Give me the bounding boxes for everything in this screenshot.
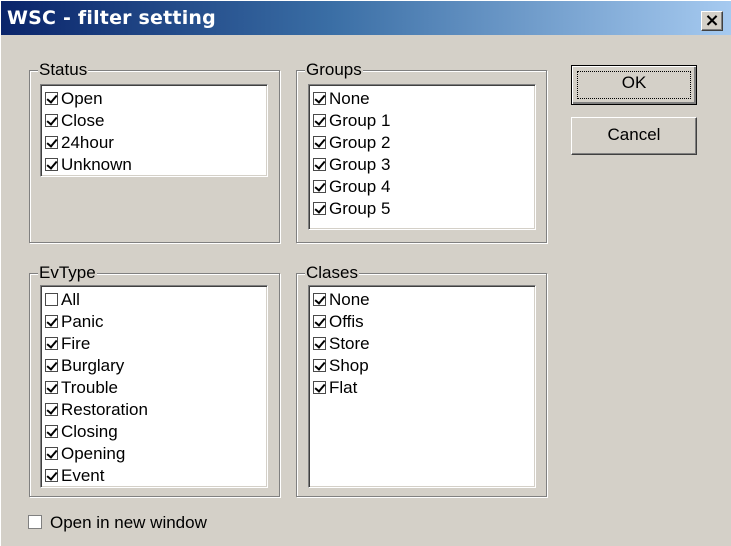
checkbox[interactable] [45, 403, 58, 416]
groups-item-label: None [329, 89, 370, 108]
checkbox[interactable] [45, 315, 58, 328]
clases-item-label: Store [329, 334, 370, 353]
checkbox[interactable] [313, 136, 326, 149]
filter-setting-dialog: WSC - filter setting × Status Open Close 2… [0, 0, 731, 546]
checkbox[interactable] [313, 202, 326, 215]
clases-group: Clases None Offis Store Shop Flat [296, 263, 547, 497]
evtype-item[interactable]: Event [45, 465, 267, 487]
close-button[interactable]: × [701, 10, 723, 31]
clases-item-label: Shop [329, 356, 369, 375]
status-item-label: Close [61, 111, 105, 130]
groups-item-label: Group 4 [329, 177, 391, 196]
checkbox[interactable] [45, 381, 58, 394]
groups-item[interactable]: Group 3 [313, 154, 535, 176]
clases-item[interactable]: Shop [313, 355, 535, 377]
checkbox[interactable] [45, 92, 58, 105]
evtype-item[interactable]: Trouble [45, 377, 267, 399]
groups-item[interactable]: None [313, 88, 535, 110]
status-item-label: 24hour [61, 133, 114, 152]
evtype-item[interactable]: Restoration [45, 399, 267, 421]
clases-listbox[interactable]: None Offis Store Shop Flat [308, 285, 536, 488]
evtype-item-label: Fire [61, 334, 91, 353]
checkbox[interactable] [313, 381, 326, 394]
groups-item-label: Group 3 [329, 155, 391, 174]
status-item[interactable]: 24hour [45, 132, 267, 154]
checkbox[interactable] [45, 447, 58, 460]
status-item[interactable]: Open [45, 88, 267, 110]
checkbox[interactable] [45, 425, 58, 438]
checkbox[interactable] [313, 92, 326, 105]
checkbox[interactable] [313, 315, 326, 328]
evtype-item-label: Restoration [61, 400, 148, 419]
close-icon: × [704, 10, 720, 31]
groups-group: Groups None Group 1 Group 2 Group 3 Group 4 G… [296, 60, 547, 243]
evtype-item[interactable]: Opening [45, 443, 267, 465]
evtype-item[interactable]: Panic [45, 311, 267, 333]
checkbox[interactable] [45, 136, 58, 149]
clases-item[interactable]: Store [313, 333, 535, 355]
checkbox[interactable] [313, 158, 326, 171]
evtype-item[interactable]: Fire [45, 333, 267, 355]
evtype-group: EvType All Panic Fire Burglary Trouble Restor… [29, 263, 280, 497]
cancel-button-label: Cancel [607, 125, 661, 144]
clases-item[interactable]: None [313, 289, 535, 311]
groups-item[interactable]: Group 4 [313, 176, 535, 198]
evtype-item-label: Closing [61, 422, 118, 441]
checkbox[interactable] [45, 359, 58, 372]
checkbox[interactable] [45, 114, 58, 127]
status-item[interactable]: Unknown [45, 154, 267, 176]
groups-item[interactable]: Group 1 [313, 110, 535, 132]
checkbox[interactable] [313, 114, 326, 127]
groups-item-label: Group 2 [329, 133, 391, 152]
evtype-item[interactable]: Burglary [45, 355, 267, 377]
groups-item-label: Group 5 [329, 199, 391, 218]
evtype-item[interactable]: Closing [45, 421, 267, 443]
evtype-item-label: Burglary [61, 356, 125, 375]
checkbox[interactable] [45, 158, 58, 171]
status-listbox[interactable]: Open Close 24hour Unknown [40, 84, 268, 177]
clases-item-label: Flat [329, 378, 358, 397]
clases-group-title: Clases [305, 263, 359, 283]
evtype-item-label: Panic [61, 312, 104, 331]
cancel-button[interactable]: Cancel [571, 117, 697, 155]
groups-group-title: Groups [305, 60, 363, 80]
checkbox[interactable] [313, 293, 326, 306]
groups-item[interactable]: Group 2 [313, 132, 535, 154]
open-in-new-window-label: Open in new window [50, 513, 207, 532]
checkbox[interactable] [313, 180, 326, 193]
groups-item[interactable]: Group 5 [313, 198, 535, 220]
groups-listbox[interactable]: None Group 1 Group 2 Group 3 Group 4 Group 5 [308, 84, 536, 230]
checkbox[interactable] [45, 469, 58, 482]
evtype-item-label: Event [61, 466, 105, 485]
status-group: Status Open Close 24hour Unknown [29, 60, 280, 243]
open-in-new-window-checkbox[interactable]: Open in new window [28, 513, 207, 533]
evtype-group-title: EvType [38, 263, 97, 283]
status-item-label: Open [61, 89, 103, 108]
groups-item-label: Group 1 [329, 111, 391, 130]
evtype-item-label: Trouble [61, 378, 119, 397]
clases-item[interactable]: Flat [313, 377, 535, 399]
evtype-item-label: All [61, 290, 80, 309]
ok-button[interactable]: OK [571, 65, 697, 105]
status-item-label: Unknown [61, 155, 132, 174]
open-in-new-window-checkbox-box[interactable] [28, 515, 42, 529]
clases-item[interactable]: Offis [313, 311, 535, 333]
checkbox[interactable] [45, 293, 58, 306]
clases-item-label: Offis [329, 312, 364, 331]
evtype-listbox[interactable]: All Panic Fire Burglary Trouble Restoration Cl… [40, 285, 268, 488]
evtype-item-label: Opening [61, 444, 126, 463]
status-group-title: Status [38, 60, 89, 80]
window-title: WSC - filter setting [7, 7, 216, 29]
title-bar[interactable]: WSC - filter setting × [1, 1, 731, 35]
checkbox[interactable] [45, 337, 58, 350]
checkbox[interactable] [313, 359, 326, 372]
clases-item-label: None [329, 290, 370, 309]
status-item[interactable]: Close [45, 110, 267, 132]
evtype-item[interactable]: All [45, 289, 267, 311]
checkbox[interactable] [313, 337, 326, 350]
